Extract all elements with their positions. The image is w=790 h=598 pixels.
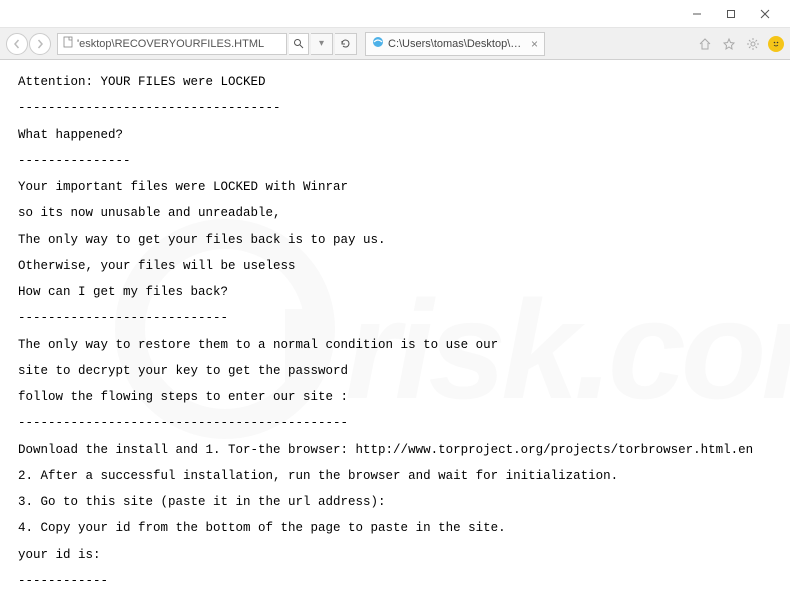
ransom-line: your id is: <box>18 547 772 563</box>
dropdown-button[interactable]: ▾ <box>311 33 333 55</box>
ransom-line: ---------------------------- <box>18 310 772 326</box>
ransom-line: 3. Go to this site (paste it in the url … <box>18 494 772 510</box>
ransom-line: follow the flowing steps to enter our si… <box>18 389 772 405</box>
ie-icon <box>372 36 384 51</box>
ransom-line: The only way to restore them to a normal… <box>18 337 772 353</box>
ransom-line: ----------------------------------------… <box>18 415 772 431</box>
ransom-line: The only way to get your files back is t… <box>18 232 772 248</box>
favorites-icon[interactable] <box>720 35 738 53</box>
ransom-line: Attention: YOUR FILES were LOCKED <box>18 74 772 90</box>
window-titlebar <box>0 0 790 28</box>
ransom-line: Download the install and 1. Tor-the brow… <box>18 442 772 458</box>
ransom-line: ----------------------------------- <box>18 100 772 116</box>
browser-tab[interactable]: C:\Users\tomas\Desktop\RE... × <box>365 32 545 56</box>
ransom-line: 2. After a successful installation, run … <box>18 468 772 484</box>
address-text: 'esktop\RECOVERYOURFILES.HTML <box>77 38 264 50</box>
page-content: risk.com Attention: YOUR FILES were LOCK… <box>0 60 790 598</box>
toolbar-right <box>696 35 784 53</box>
ransom-line: ------------ <box>18 573 772 589</box>
refresh-button[interactable] <box>335 33 357 55</box>
page-icon <box>62 36 74 51</box>
ransom-line: so its now unusable and unreadable, <box>18 205 772 221</box>
minimize-button[interactable] <box>680 3 714 25</box>
address-bar[interactable]: 'esktop\RECOVERYOURFILES.HTML <box>57 33 287 55</box>
smiley-icon[interactable] <box>768 36 784 52</box>
tab-close-button[interactable]: × <box>531 37 538 51</box>
tab-title: C:\Users\tomas\Desktop\RE... <box>388 38 525 50</box>
ransom-line: site to decrypt your key to get the pass… <box>18 363 772 379</box>
browser-toolbar: 'esktop\RECOVERYOURFILES.HTML ▾ C:\Users… <box>0 28 790 60</box>
ransom-line: Otherwise, your files will be useless <box>18 258 772 274</box>
maximize-button[interactable] <box>714 3 748 25</box>
ransom-line: How can I get my files back? <box>18 284 772 300</box>
back-button[interactable] <box>6 33 28 55</box>
ransom-line: --------------- <box>18 153 772 169</box>
ransom-line: What happened? <box>18 127 772 143</box>
home-icon[interactable] <box>696 35 714 53</box>
ransom-line: 4. Copy your id from the bottom of the p… <box>18 520 772 536</box>
search-button[interactable] <box>289 33 309 55</box>
gear-icon[interactable] <box>744 35 762 53</box>
ransom-line: Your important files were LOCKED with Wi… <box>18 179 772 195</box>
close-button[interactable] <box>748 3 782 25</box>
forward-button[interactable] <box>29 33 51 55</box>
